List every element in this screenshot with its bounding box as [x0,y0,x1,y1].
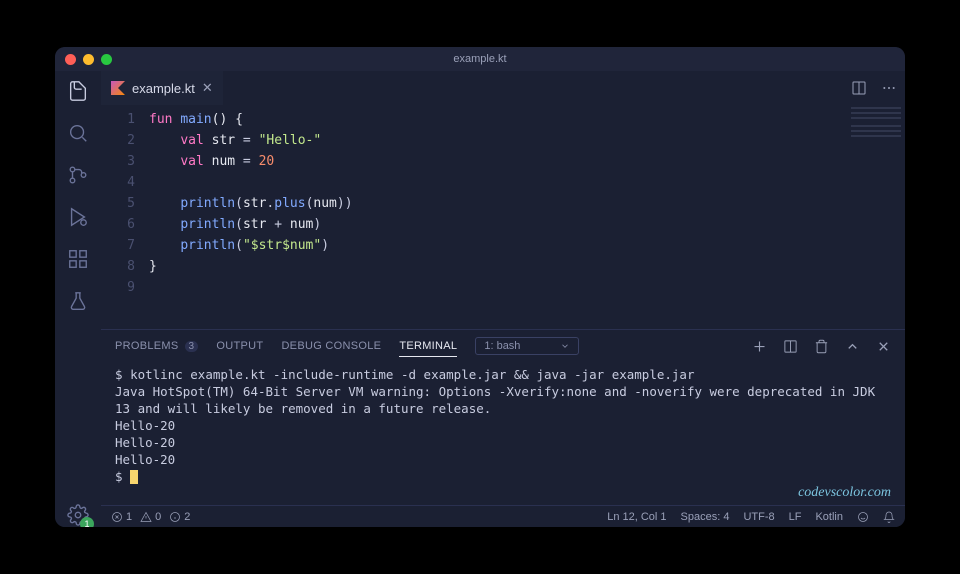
tab-output[interactable]: OUTPUT [216,340,263,352]
file-tab[interactable]: example.kt ✕ [101,71,223,105]
line-number: 5 [101,193,135,214]
problems-count: 3 [185,341,199,352]
activity-bar: 1 [55,71,101,527]
testing-icon[interactable] [66,289,90,313]
line-number-gutter: 123456789 [101,109,149,329]
run-debug-icon[interactable] [66,205,90,229]
watermark: codevscolor.com [798,484,891,501]
tabs-actions [851,80,897,96]
feedback-icon[interactable] [857,511,869,523]
vscode-window: example.kt 1 example.kt ✕ [55,47,905,527]
code-line[interactable]: val num = 20 [149,151,905,172]
close-tab-icon[interactable]: ✕ [202,80,213,96]
explorer-icon[interactable] [66,79,90,103]
code-line[interactable]: fun main() { [149,109,905,130]
code-content[interactable]: fun main() { val str = "Hello-" val num … [149,109,905,329]
status-bar: 1 0 2 Ln 12, Col 1 Spaces: 4 UTF-8 LF Ko… [101,505,905,527]
notifications-icon[interactable] [883,511,895,523]
terminal-selector[interactable]: 1: bash [475,337,579,355]
status-info[interactable]: 2 [169,511,190,523]
editor-tabs: example.kt ✕ [101,71,905,105]
minimap[interactable] [851,107,901,147]
close-window-button[interactable] [65,54,76,65]
chevron-down-icon [560,341,570,351]
code-line[interactable]: val str = "Hello-" [149,130,905,151]
panel-actions [752,339,891,354]
kotlin-file-icon [111,81,125,95]
code-line[interactable]: println(str + num) [149,214,905,235]
more-actions-icon[interactable] [881,80,897,96]
line-number: 9 [101,277,135,298]
status-language[interactable]: Kotlin [815,511,843,523]
status-cursor-pos[interactable]: Ln 12, Col 1 [607,511,666,523]
line-number: 2 [101,130,135,151]
split-terminal-icon[interactable] [783,339,798,354]
code-line[interactable]: } [149,256,905,277]
window-title: example.kt [453,53,506,65]
line-number: 7 [101,235,135,256]
line-number: 4 [101,172,135,193]
close-panel-icon[interactable] [876,339,891,354]
titlebar[interactable]: example.kt [55,47,905,71]
status-indentation[interactable]: Spaces: 4 [681,511,730,523]
status-eol[interactable]: LF [789,511,802,523]
bottom-panel: PROBLEMS 3 OUTPUT DEBUG CONSOLE TERMINAL… [101,329,905,505]
terminal-cursor [130,470,138,484]
code-line[interactable]: println("$str$num") [149,235,905,256]
tab-filename: example.kt [132,81,195,96]
panel-tabs: PROBLEMS 3 OUTPUT DEBUG CONSOLE TERMINAL… [101,330,905,362]
maximize-window-button[interactable] [101,54,112,65]
split-editor-icon[interactable] [851,80,867,96]
tab-terminal[interactable]: TERMINAL [399,340,457,357]
traffic-lights [65,54,112,65]
search-icon[interactable] [66,121,90,145]
kill-terminal-icon[interactable] [814,339,829,354]
code-line[interactable]: println(str.plus(num)) [149,193,905,214]
tab-problems[interactable]: PROBLEMS 3 [115,340,198,352]
line-number: 3 [101,151,135,172]
line-number: 1 [101,109,135,130]
code-editor[interactable]: 123456789 fun main() { val str = "Hello-… [101,105,905,329]
code-line[interactable] [149,172,905,193]
maximize-panel-icon[interactable] [845,339,860,354]
status-errors[interactable]: 1 [111,511,132,523]
settings-gear-icon[interactable]: 1 [66,503,90,527]
tab-debug-console[interactable]: DEBUG CONSOLE [281,340,381,352]
terminal-content[interactable]: $ kotlinc example.kt -include-runtime -d… [101,362,905,505]
line-number: 6 [101,214,135,235]
minimize-window-button[interactable] [83,54,94,65]
settings-badge: 1 [80,517,94,527]
status-warnings[interactable]: 0 [140,511,161,523]
window-body: 1 example.kt ✕ 123456789 fun main() { va… [55,71,905,527]
status-encoding[interactable]: UTF-8 [743,511,774,523]
source-control-icon[interactable] [66,163,90,187]
code-line[interactable] [149,277,905,298]
main-area: example.kt ✕ 123456789 fun main() { val … [101,71,905,527]
extensions-icon[interactable] [66,247,90,271]
new-terminal-icon[interactable] [752,339,767,354]
line-number: 8 [101,256,135,277]
